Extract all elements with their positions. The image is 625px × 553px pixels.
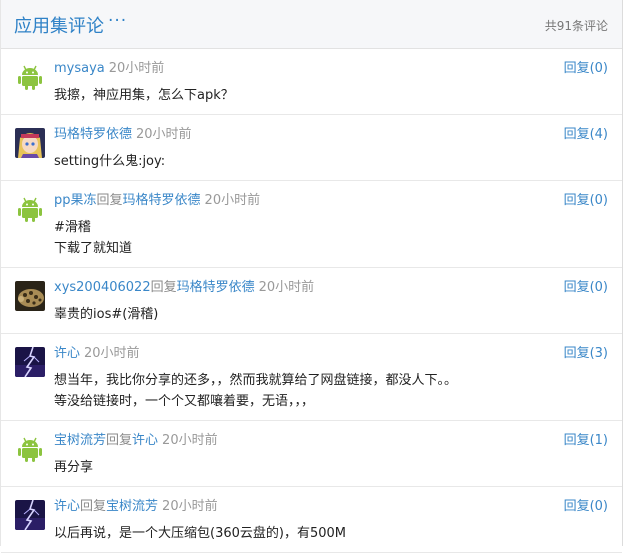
comment-meta: xys200406022回复玛格特罗依德 20小时前 xyxy=(54,279,314,297)
comment-item: xys200406022回复玛格特罗依德 20小时前 回复(0) 辜贵的ios#(滑稽… xyxy=(1,268,622,334)
reply-to-username[interactable]: 玛格特罗依德 xyxy=(177,280,255,295)
more-icon[interactable]: ··· xyxy=(108,11,127,31)
android-icon[interactable] xyxy=(15,434,45,464)
comments-header: 应用集评论 ··· 共91条评论 xyxy=(1,0,622,49)
comment-line: setting什么鬼:joy: xyxy=(54,154,166,169)
comment-time: 20小时前 xyxy=(84,346,140,361)
reply-to-username[interactable]: 玛格特罗依德 xyxy=(123,193,201,208)
comment-username[interactable]: 宝树流芳 xyxy=(54,433,106,448)
reply-to-label: 回复 xyxy=(96,193,123,208)
comment-username[interactable]: 许心 xyxy=(54,346,80,361)
comment-meta: mysaya 20小时前 xyxy=(54,60,164,78)
android-icon[interactable] xyxy=(15,62,45,92)
comment-text: #滑稽下载了就知道 xyxy=(54,217,132,259)
comment-item: 许心回复宝树流芳 20小时前 回复(0) 以后再说，是一个大压缩包(360云盘的)，有… xyxy=(1,487,622,553)
comment-time: 20小时前 xyxy=(162,499,218,514)
reply-button[interactable]: 回复(1) xyxy=(564,432,608,450)
comment-meta: 许心回复宝树流芳 20小时前 xyxy=(54,498,218,516)
avatar[interactable] xyxy=(15,347,45,377)
comment-meta: 玛格特罗依德 20小时前 xyxy=(54,126,192,144)
reply-to-label: 回复 xyxy=(80,499,107,514)
comment-time: 20小时前 xyxy=(108,61,165,76)
comment-text: 以后再说，是一个大压缩包(360云盘的)，有500M xyxy=(54,523,346,544)
avatar[interactable] xyxy=(15,281,45,311)
comment-text: setting什么鬼:joy: xyxy=(54,151,165,172)
comment-text: 辜贵的ios#(滑稽) xyxy=(54,304,158,325)
comment-line: 下载了就知道 xyxy=(54,241,133,256)
reply-button[interactable]: 回复(0) xyxy=(564,498,608,516)
comment-list: mysaya 20小时前 回复(0) 我擦，神应用集，怎么下apk？ 玛格特罗依德 20小… xyxy=(1,49,622,553)
comment-item: pp果冻回复玛格特罗依德 20小时前 回复(0) #滑稽下载了就知道 xyxy=(1,181,622,268)
reply-button[interactable]: 回复(0) xyxy=(564,279,608,297)
reply-to-username[interactable]: 许心 xyxy=(132,433,158,448)
comment-line: #滑稽 xyxy=(54,220,91,235)
comment-time: 20小时前 xyxy=(258,280,315,295)
comments-panel: 应用集评论 ··· 共91条评论 mysaya 20小时前 回复(0) 我擦，神应用集… xyxy=(0,0,623,553)
comment-line: 以后再说，是一个大压缩包(360云盘的)，有500M xyxy=(54,526,346,541)
comment-username[interactable]: mysaya xyxy=(54,61,105,76)
comment-username[interactable]: xys200406022 xyxy=(54,280,151,295)
comment-time: 20小时前 xyxy=(136,127,192,142)
comment-item: mysaya 20小时前 回复(0) 我擦，神应用集，怎么下apk？ xyxy=(1,49,622,115)
page-title: 应用集评论 xyxy=(14,16,104,37)
comment-line: 辜贵的ios#(滑稽) xyxy=(54,307,159,322)
reply-to-username[interactable]: 宝树流芳 xyxy=(106,499,158,514)
comment-line: 我擦，神应用集，怎么下apk？ xyxy=(54,88,234,103)
comment-time: 20小时前 xyxy=(204,193,261,208)
comment-meta: 许心 20小时前 xyxy=(54,345,140,363)
avatar[interactable] xyxy=(15,128,45,158)
android-icon[interactable] xyxy=(15,194,45,224)
reply-button[interactable]: 回复(0) xyxy=(564,60,608,78)
reply-button[interactable]: 回复(4) xyxy=(564,126,608,144)
comment-meta: 宝树流芳回复许心 20小时前 xyxy=(54,432,218,450)
comment-username[interactable]: 许心 xyxy=(54,499,80,514)
comment-username[interactable]: pp果冻 xyxy=(54,193,97,208)
comment-item: 玛格特罗依德 20小时前 回复(4) setting什么鬼:joy: xyxy=(1,115,622,181)
comment-time: 20小时前 xyxy=(162,433,218,448)
avatar[interactable] xyxy=(15,500,45,530)
reply-button[interactable]: 回复(3) xyxy=(564,345,608,363)
comment-meta: pp果冻回复玛格特罗依德 20小时前 xyxy=(54,192,260,210)
reply-to-label: 回复 xyxy=(106,433,133,448)
comment-username[interactable]: 玛格特罗依德 xyxy=(54,127,132,142)
comment-line: 等没给链接时，一个个又都嚷着要，无语，，， xyxy=(54,394,315,409)
comment-text: 再分享 xyxy=(54,457,93,478)
comment-line: 想当年，我比你分享的还多，，然而我就算给了网盘链接，都没人下。。 xyxy=(54,373,458,388)
comment-line: 再分享 xyxy=(54,460,94,475)
reply-button[interactable]: 回复(0) xyxy=(564,192,608,210)
comment-item: 宝树流芳回复许心 20小时前 回复(1) 再分享 xyxy=(1,421,622,487)
comment-text: 想当年，我比你分享的还多，，然而我就算给了网盘链接，都没人下。。 等没给链接时，一… xyxy=(54,370,457,412)
reply-to-label: 回复 xyxy=(150,280,177,295)
comment-text: 我擦，神应用集，怎么下apk？ xyxy=(54,85,234,106)
comment-item: 许心 20小时前 回复(3) 想当年，我比你分享的还多，，然而我就算给了网盘链接，都没… xyxy=(1,334,622,421)
comment-count: 共91条评论 xyxy=(544,19,608,33)
